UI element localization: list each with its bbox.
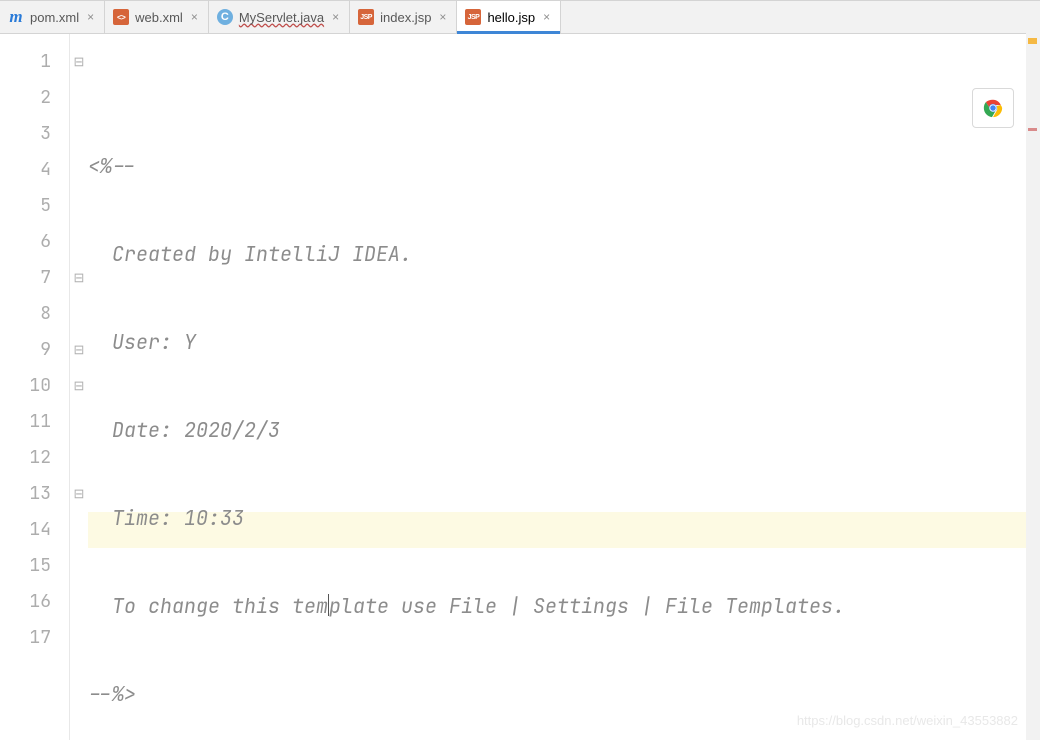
java-class-icon: C — [217, 9, 233, 25]
fold-toggle-icon[interactable]: ⊟ — [70, 476, 88, 512]
close-icon[interactable]: × — [437, 10, 448, 24]
line-number: 13 — [0, 476, 69, 512]
fold-column: ⊟ ⊟ ⊟ ⊟ ⊟ — [70, 34, 88, 740]
line-number-gutter: 1 2 3 4 5 6 7 8 9 10 11 12 13 14 15 16 1… — [0, 34, 70, 740]
code-text: <%-- — [88, 153, 136, 179]
tab-label: hello.jsp — [487, 10, 535, 25]
code-text: --%> — [88, 681, 136, 707]
tab-label: web.xml — [135, 10, 183, 25]
close-icon[interactable]: × — [85, 10, 96, 24]
chrome-icon — [982, 97, 1004, 119]
fold-toggle-icon[interactable]: ⊟ — [70, 368, 88, 404]
line-number: 14 — [0, 512, 69, 548]
jsp-file-icon: JSP — [465, 9, 481, 25]
code-text: plate use File | Settings | File Templat… — [329, 593, 845, 619]
line-number: 12 — [0, 440, 69, 476]
error-marker-icon[interactable] — [1028, 128, 1037, 131]
fold-toggle-icon[interactable]: ⊟ — [70, 332, 88, 368]
line-number: 4 — [0, 152, 69, 188]
line-number: 11 — [0, 404, 69, 440]
tab-hello-jsp[interactable]: JSP hello.jsp × — [457, 1, 561, 33]
maven-icon: m — [8, 9, 24, 25]
line-number: 17 — [0, 620, 69, 656]
code-text: User: Y — [88, 329, 196, 355]
line-number: 8 — [0, 296, 69, 332]
tab-myservlet-java[interactable]: C MyServlet.java × — [209, 1, 350, 33]
line-number: 7 — [0, 260, 69, 296]
fold-toggle-icon[interactable]: ⊟ — [70, 44, 88, 80]
line-number: 10 — [0, 368, 69, 404]
code-text: Created by IntelliJ IDEA. — [88, 241, 412, 267]
code-area[interactable]: <%-- Created by IntelliJ IDEA. User: Y D… — [88, 34, 1040, 740]
editor-tabbar: m pom.xml × <> web.xml × C MyServlet.jav… — [0, 1, 1040, 34]
watermark-text: https://blog.csdn.net/weixin_43553882 — [797, 713, 1018, 728]
line-number: 3 — [0, 116, 69, 152]
line-number: 5 — [0, 188, 69, 224]
open-in-chrome-button[interactable] — [972, 88, 1014, 128]
fold-toggle-icon[interactable]: ⊟ — [70, 260, 88, 296]
close-icon[interactable]: × — [330, 10, 341, 24]
code-text: Date: 2020/2/3 — [88, 417, 280, 443]
tab-pom-xml[interactable]: m pom.xml × — [0, 1, 105, 33]
close-icon[interactable]: × — [189, 10, 200, 24]
tab-label: pom.xml — [30, 10, 79, 25]
line-number: 2 — [0, 80, 69, 116]
error-stripe[interactable] — [1026, 32, 1040, 740]
tab-index-jsp[interactable]: JSP index.jsp × — [350, 1, 457, 33]
line-number: 1 — [0, 44, 69, 80]
line-number: 6 — [0, 224, 69, 260]
line-number: 9 — [0, 332, 69, 368]
close-icon[interactable]: × — [541, 10, 552, 24]
jsp-file-icon: JSP — [358, 9, 374, 25]
tab-web-xml[interactable]: <> web.xml × — [105, 1, 209, 33]
tab-label: index.jsp — [380, 10, 431, 25]
code-editor[interactable]: 1 2 3 4 5 6 7 8 9 10 11 12 13 14 15 16 1… — [0, 34, 1040, 740]
code-text: Time: 10:33 — [88, 505, 244, 531]
xml-file-icon: <> — [113, 9, 129, 25]
line-number: 15 — [0, 548, 69, 584]
line-number: 16 — [0, 584, 69, 620]
code-text: To change this tem — [88, 593, 328, 619]
tab-label: MyServlet.java — [239, 10, 324, 25]
warning-marker-icon[interactable] — [1028, 38, 1037, 44]
